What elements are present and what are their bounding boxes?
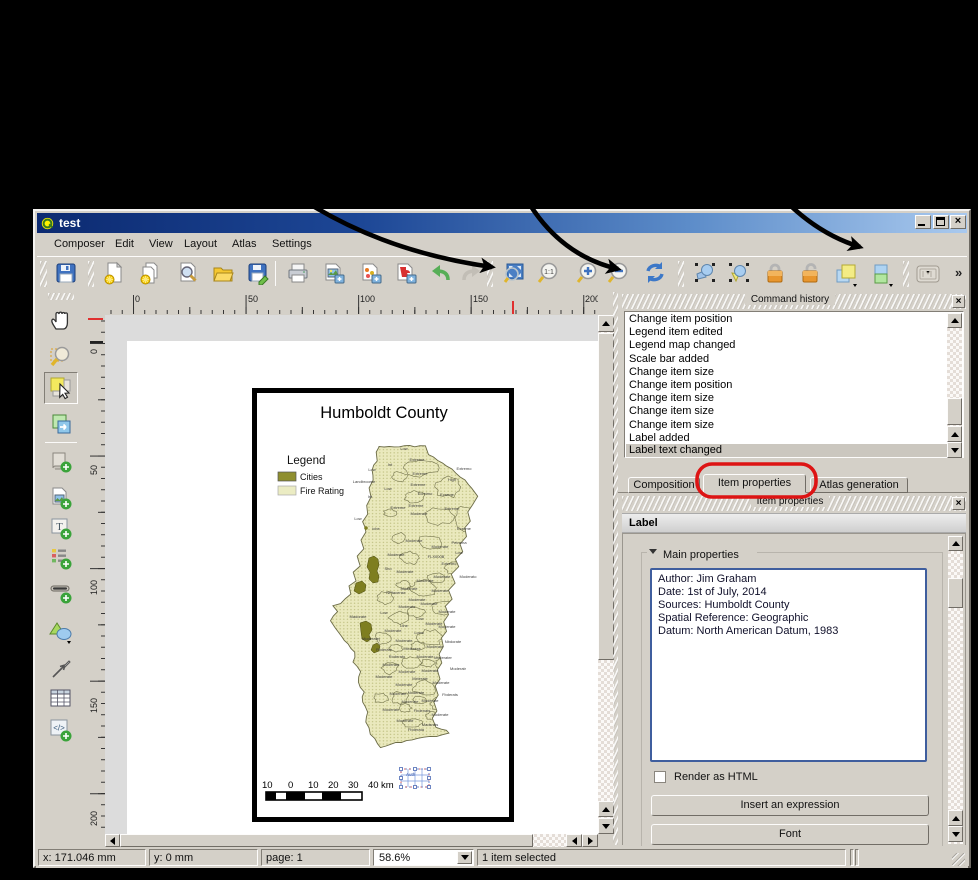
- svg-text:Auth: Auth: [406, 772, 416, 777]
- svg-text:Moderate: Moderate: [397, 718, 415, 723]
- svg-text:Moderate: Moderate: [411, 511, 429, 516]
- svg-text:Madsrats: Madsrats: [422, 722, 438, 727]
- svg-text:Sho: Sho: [384, 566, 392, 571]
- svg-text:Humboldt County: Humboldt County: [320, 404, 448, 422]
- svg-text:Extreme: Extreme: [410, 457, 426, 462]
- svg-text:Moderate: Moderate: [383, 662, 401, 667]
- svg-text:Moderate: Moderate: [439, 609, 457, 614]
- svg-text:Nbdorate: Nbdorate: [445, 639, 462, 644]
- svg-text:Petrama: Petrama: [451, 540, 467, 545]
- svg-text:Low: Low: [368, 467, 375, 472]
- svg-text:Moderate: Moderate: [432, 588, 450, 593]
- svg-text:FLX000B: FLX000B: [428, 554, 445, 559]
- svg-text:Moderate: Moderate: [397, 569, 415, 574]
- svg-text:Moderate: Moderate: [406, 538, 424, 543]
- svg-text:Moderate: Moderate: [432, 544, 450, 549]
- svg-text:Roderato: Roderato: [389, 654, 406, 659]
- svg-text:10: 10: [262, 780, 273, 791]
- svg-text:Fire Rating: Fire Rating: [300, 486, 344, 496]
- svg-text:Moderate: Moderate: [434, 574, 452, 579]
- svg-text:30: 30: [348, 780, 359, 791]
- svg-text:Mtxierater: Mtxierater: [434, 655, 452, 660]
- svg-text:Low: Low: [416, 616, 423, 621]
- svg-text:Fbdenats: Fbdenats: [414, 708, 431, 713]
- svg-text:Extreme: Extreme: [413, 471, 429, 476]
- svg-text:Mtxlerexe: Mtxlerexe: [403, 646, 421, 651]
- svg-text:Landbroome: Landbroome: [353, 479, 376, 484]
- svg-text:Fbderata: Fbderata: [408, 727, 425, 732]
- svg-text:Extreme: Extreme: [445, 506, 461, 511]
- svg-text:Lows: Lows: [414, 630, 423, 635]
- svg-text:Moderate: Moderate: [396, 682, 414, 687]
- svg-text:Extreme: Extreme: [391, 505, 407, 510]
- svg-text:High: High: [448, 477, 456, 482]
- svg-text:Moderate: Moderate: [396, 638, 414, 643]
- svg-text:Moderate: Moderate: [433, 680, 451, 685]
- svg-text:Extremo: Extremo: [442, 561, 458, 566]
- svg-text:iche: iche: [372, 526, 380, 531]
- svg-text:Extreme: Extreme: [409, 503, 425, 508]
- svg-text:Moderate: Moderate: [388, 552, 406, 557]
- svg-text:10: 10: [308, 780, 319, 791]
- svg-text:Moderate: Moderate: [422, 698, 440, 703]
- svg-text:Ecreme: Ecreme: [457, 526, 472, 531]
- svg-text:40: 40: [368, 780, 379, 791]
- svg-text:Extreme: Extreme: [411, 482, 427, 487]
- svg-text:Moderate: Moderate: [376, 674, 394, 679]
- svg-text:Low: Low: [380, 610, 387, 615]
- svg-text:Moderate: Moderate: [422, 668, 440, 673]
- svg-text:Moderate: Moderate: [402, 699, 420, 704]
- svg-text:Moderato: Moderato: [460, 574, 478, 579]
- svg-text:Fbderats: Fbderats: [442, 692, 458, 697]
- svg-text:Moderatej: Moderatej: [362, 636, 380, 641]
- svg-text:Moderate: Moderate: [427, 644, 445, 649]
- svg-text:0: 0: [288, 780, 293, 791]
- svg-text:Moderate: Moderate: [383, 707, 401, 712]
- svg-text:Low: Low: [354, 516, 361, 521]
- svg-text:Ecreimo: Ecreimo: [418, 491, 433, 496]
- svg-text:Moderatr: Moderatr: [450, 666, 467, 671]
- svg-text:Cities: Cities: [300, 472, 323, 482]
- svg-text:Moderate: Moderate: [432, 712, 450, 717]
- svg-text:Fbderate: Fbderate: [376, 647, 393, 652]
- svg-text:Madorate: Madorate: [350, 614, 368, 619]
- svg-text:Moderate: Moderate: [439, 624, 457, 629]
- svg-text:Moderate: Moderate: [417, 654, 435, 659]
- svg-text:Moderate: Moderate: [399, 669, 417, 674]
- svg-text:Moderate: Moderate: [399, 604, 417, 609]
- svg-text:Moderate: Moderate: [385, 628, 403, 633]
- svg-text:Moderate: Moderate: [421, 601, 439, 606]
- svg-text:Low: Low: [400, 446, 407, 451]
- svg-text:Mxterate: Mxterate: [412, 676, 428, 681]
- svg-text:1:1: 1:1: [544, 269, 554, 276]
- svg-text:NPtacense: NPtacense: [386, 590, 406, 595]
- svg-text:20: 20: [328, 780, 339, 791]
- svg-text:km: km: [381, 780, 394, 791]
- svg-text:Extremo: Extremo: [457, 466, 473, 471]
- svg-text:Low: Low: [455, 550, 462, 555]
- svg-text:Noderate: Noderate: [408, 690, 425, 695]
- svg-text:</>: </>: [53, 724, 65, 733]
- svg-text:Moderate: Moderate: [390, 691, 408, 696]
- svg-text:Legend: Legend: [287, 455, 325, 467]
- svg-text:Low: Low: [384, 486, 391, 491]
- svg-text:Ecreme: Ecreme: [440, 492, 455, 497]
- svg-text:Moderate: Moderate: [417, 578, 435, 583]
